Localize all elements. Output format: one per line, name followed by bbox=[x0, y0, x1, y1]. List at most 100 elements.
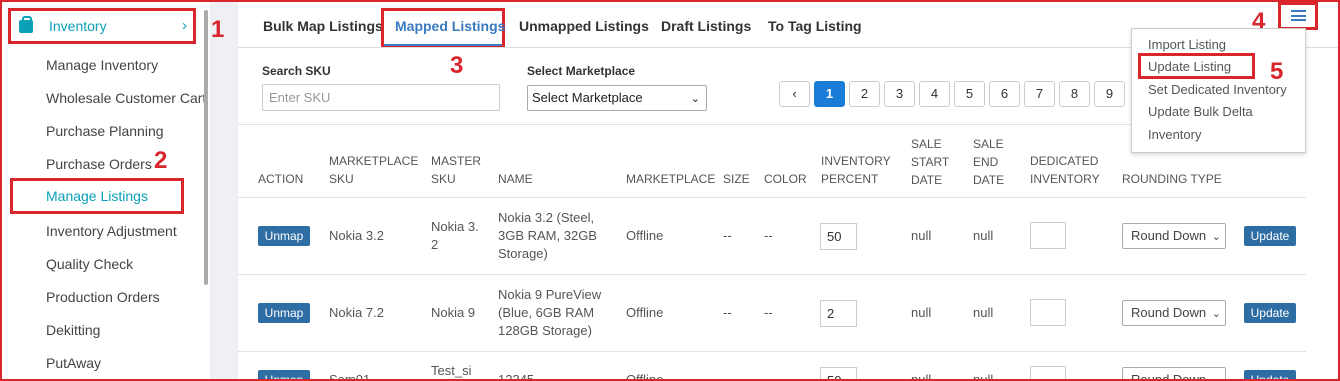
cell-size: -- bbox=[723, 372, 732, 381]
sidebar-item-inventory-adjustment[interactable]: Inventory Adjustment bbox=[46, 223, 177, 239]
sidebar-item-manage-inventory[interactable]: Manage Inventory bbox=[46, 57, 158, 73]
rounding-type-value: Round Down bbox=[1131, 228, 1207, 243]
dedicated-inventory-input[interactable] bbox=[1030, 299, 1066, 326]
pager-page-2[interactable]: 2 bbox=[849, 81, 880, 107]
menu-item-set-dedicated-inventory[interactable]: Set Dedicated Inventory bbox=[1148, 82, 1287, 97]
unmap-button[interactable]: Unmap bbox=[258, 303, 310, 323]
inventory-percent-input[interactable]: 2 bbox=[820, 300, 857, 327]
search-sku-label: Search SKU bbox=[262, 64, 331, 78]
tab-to-tag-listing[interactable]: To Tag Listing bbox=[768, 18, 862, 34]
rounding-type-value: Round Down bbox=[1131, 372, 1207, 381]
unmap-button[interactable]: Unmap bbox=[258, 370, 310, 379]
sidebar-scrollbar[interactable] bbox=[204, 10, 208, 285]
marketplace-label: Select Marketplace bbox=[527, 64, 636, 78]
cell-master-sku: Test_si bbox=[431, 363, 472, 378]
dedicated-inventory-input[interactable] bbox=[1030, 222, 1066, 249]
tab-mapped-listings[interactable]: Mapped Listings bbox=[395, 18, 505, 34]
row-divider bbox=[238, 351, 1306, 352]
pager-page-9[interactable]: 9 bbox=[1094, 81, 1125, 107]
rounding-type-select[interactable]: Round Down ⌄ bbox=[1122, 223, 1226, 249]
chevron-right-icon: › bbox=[182, 17, 187, 34]
rounding-type-value: Round Down bbox=[1131, 305, 1207, 320]
actions-dropdown-menu: Import Listing Update Listing Set Dedica… bbox=[1131, 28, 1306, 153]
header-action: ACTION bbox=[258, 172, 304, 186]
cell-sale-start-date: null bbox=[911, 228, 932, 243]
main-content: Bulk Map Listings Mapped Listings Unmapp… bbox=[238, 2, 1338, 381]
pager-page-5[interactable]: 5 bbox=[954, 81, 985, 107]
sidebar-item-inventory[interactable]: Inventory › bbox=[8, 8, 196, 44]
row-divider bbox=[238, 274, 1306, 275]
cell-line: (Blue, 6GB RAM bbox=[498, 305, 595, 320]
sidebar-item-purchase-planning[interactable]: Purchase Planning bbox=[46, 123, 164, 139]
header-line: MARKETPLACE bbox=[329, 154, 419, 168]
header-line: DATE bbox=[911, 173, 943, 187]
pager-page-8[interactable]: 8 bbox=[1059, 81, 1090, 107]
header-master-sku: MASTER SKU bbox=[431, 152, 481, 188]
tab-bulk-map-listings[interactable]: Bulk Map Listings bbox=[263, 18, 383, 34]
search-sku-input[interactable]: Enter SKU bbox=[262, 84, 500, 111]
cell-master-sku: Nokia 9 bbox=[431, 305, 476, 320]
cell-line: Storage) bbox=[498, 246, 548, 261]
header-line: DEDICATED bbox=[1030, 154, 1099, 168]
dedicated-inventory-input[interactable] bbox=[1030, 366, 1066, 379]
cell-line: 128GB Storage) bbox=[498, 323, 592, 338]
update-button[interactable]: Update bbox=[1244, 303, 1296, 323]
header-sale-end-date: SALE END DATE bbox=[973, 135, 1004, 189]
header-line: START bbox=[911, 155, 950, 169]
menu-item-update-bulk-delta[interactable]: Update Bulk Delta bbox=[1148, 104, 1253, 119]
sidebar-item-dekitting[interactable]: Dekitting bbox=[46, 322, 100, 338]
header-line: SKU bbox=[329, 172, 354, 186]
unmap-button[interactable]: Unmap bbox=[258, 226, 310, 246]
update-button[interactable]: Update bbox=[1244, 226, 1296, 246]
pager-page-4[interactable]: 4 bbox=[919, 81, 950, 107]
header-line: END bbox=[973, 155, 999, 169]
pager-page-3[interactable]: 3 bbox=[884, 81, 915, 107]
header-line: INVENTORY bbox=[821, 154, 891, 168]
sidebar-item-wholesale-customer-cart[interactable]: Wholesale Customer Cart bbox=[46, 90, 206, 106]
cell-marketplace: Offline bbox=[626, 228, 664, 243]
cell-size: -- bbox=[723, 305, 732, 320]
sidebar-item-label: Inventory bbox=[49, 18, 107, 34]
inventory-percent-input[interactable]: 50 bbox=[820, 367, 857, 379]
sidebar-item-manage-listings[interactable]: Manage Listings bbox=[10, 178, 184, 214]
pager-page-6[interactable]: 6 bbox=[989, 81, 1020, 107]
cell-line: 3GB RAM, 32GB bbox=[498, 228, 597, 243]
header-rounding-type: ROUNDING TYPE bbox=[1122, 172, 1222, 186]
header-line: MASTER bbox=[431, 154, 482, 168]
sidebar-item-quality-check[interactable]: Quality Check bbox=[46, 256, 133, 272]
cell-sale-end-date: null bbox=[973, 305, 994, 320]
pager-prev-button[interactable]: ‹ bbox=[779, 81, 810, 107]
tab-draft-listings[interactable]: Draft Listings bbox=[661, 18, 751, 34]
cell-name: Nokia 3.2 (Steel, 3GB RAM, 32GB Storage) bbox=[498, 209, 597, 263]
menu-item-inventory[interactable]: Inventory bbox=[1148, 127, 1201, 142]
rounding-type-select[interactable]: Round Down ⌄ bbox=[1122, 300, 1226, 326]
callout-5: 5 bbox=[1270, 58, 1284, 85]
pager-page-1[interactable]: 1 bbox=[814, 81, 845, 107]
sidebar-item-purchase-orders[interactable]: Purchase Orders bbox=[46, 156, 152, 172]
cell-marketplace: Offline bbox=[626, 305, 664, 320]
callout-3: 3 bbox=[450, 52, 464, 79]
tab-unmapped-listings[interactable]: Unmapped Listings bbox=[519, 18, 649, 34]
menu-item-update-listing[interactable]: Update Listing bbox=[1148, 59, 1231, 74]
cell-line: 2 bbox=[431, 237, 439, 252]
header-line: DATE bbox=[973, 173, 1005, 187]
header-line: PERCENT bbox=[821, 172, 879, 186]
pager-page-7[interactable]: 7 bbox=[1024, 81, 1055, 107]
cell-color: -- bbox=[764, 228, 773, 243]
marketplace-select[interactable]: Select Marketplace ⌄ bbox=[527, 85, 707, 111]
cell-color: -- bbox=[764, 305, 773, 320]
cell-line: Nokia 3. bbox=[431, 219, 479, 234]
cell-sale-start-date: null bbox=[911, 372, 932, 381]
update-button[interactable]: Update bbox=[1244, 370, 1296, 379]
sidebar-item-production-orders[interactable]: Production Orders bbox=[46, 289, 160, 305]
sidebar-item-putaway[interactable]: PutAway bbox=[46, 355, 101, 371]
rounding-type-select[interactable]: Round Down ⌄ bbox=[1122, 367, 1226, 381]
header-line: SALE bbox=[911, 137, 942, 151]
header-marketplace: MARKETPLACE bbox=[626, 172, 716, 186]
menu-button[interactable] bbox=[1278, 2, 1318, 30]
cell-marketplace: Offline bbox=[626, 372, 664, 381]
header-size: SIZE bbox=[723, 172, 750, 186]
inventory-percent-input[interactable]: 50 bbox=[820, 223, 857, 250]
chevron-down-icon: ⌄ bbox=[1211, 308, 1221, 320]
menu-item-import-listing[interactable]: Import Listing bbox=[1148, 37, 1226, 52]
